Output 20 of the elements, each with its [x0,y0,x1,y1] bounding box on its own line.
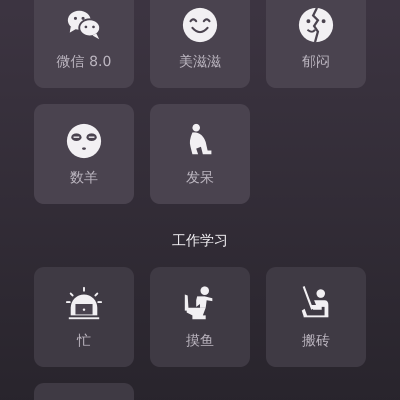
status-label: 搬砖 [302,332,330,350]
status-tile[interactable]: 摸鱼 [150,267,250,367]
status-tile[interactable]: 郁闷 [266,0,366,88]
status-label: 郁闷 [302,53,330,71]
status-tile[interactable]: 发呆 [150,104,250,204]
cracked-face-icon [297,6,335,44]
status-label: 美滋滋 [179,53,221,71]
status-tile[interactable]: 搬砖 [266,267,366,367]
status-tile[interactable]: 美滋滋 [150,0,250,88]
status-tile[interactable]: 微信 8.0 [34,0,134,88]
status-label: 摸鱼 [186,332,214,350]
sleepy-face-icon [65,122,103,160]
status-label: 微信 8.0 [56,53,112,71]
status-tile[interactable]: 忙 [34,267,134,367]
status-tile[interactable]: 数羊 [34,104,134,204]
section-title: 工作学习 [172,232,228,251]
smiley-face-icon [181,6,219,44]
status-label: 发呆 [186,169,214,187]
status-label: 数羊 [70,169,98,187]
status-label: 忙 [77,332,91,350]
